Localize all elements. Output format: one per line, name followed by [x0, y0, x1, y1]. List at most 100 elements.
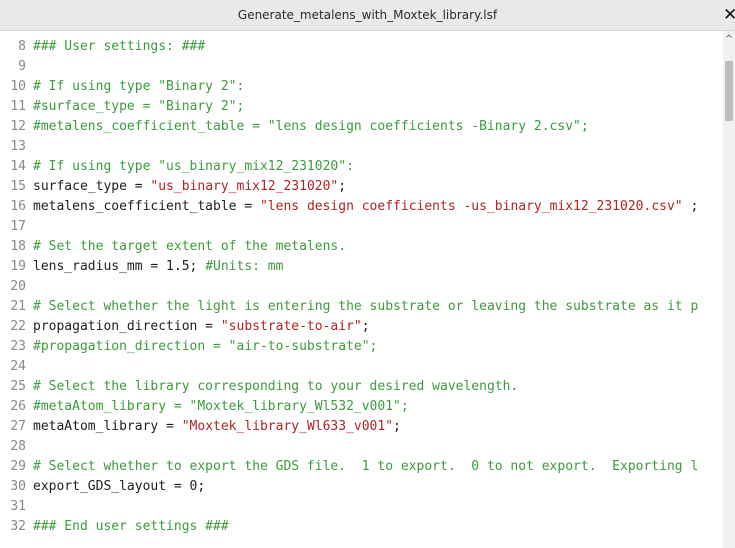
code-text: ;: [393, 419, 401, 434]
code-line[interactable]: 14 # If using type "us_binary_mix12_23102…: [0, 157, 723, 177]
code-comment: #propagation_direction = "air-to-substra…: [33, 339, 378, 354]
code-text: surface_type =: [33, 179, 151, 194]
window-title: Generate_metalens_with_Moxtek_library.ls…: [237, 8, 498, 22]
line-number: 14: [10, 159, 26, 174]
vertical-scrollbar[interactable]: ^: [723, 31, 735, 548]
code-text: propagation_direction =: [33, 319, 221, 334]
scroll-up-icon[interactable]: ^: [723, 33, 735, 47]
code-editor[interactable]: 78### User settings: ###910# If using ty…: [0, 31, 723, 548]
code-comment: # Select whether to export the GDS file.…: [33, 459, 699, 474]
code-line[interactable]: 27 metaAtom_library = "Moxtek_library_Wl6…: [0, 417, 723, 437]
code-line[interactable]: 24: [0, 357, 723, 377]
line-code: #metalens_coefficient_table = "lens desi…: [33, 119, 589, 134]
code-string: "substrate-to-air": [220, 319, 362, 334]
code-line[interactable]: 22 propagation_direction = "substrate-to-…: [0, 317, 723, 337]
line-number: 9: [18, 59, 26, 74]
line-code: # Select the library corresponding to yo…: [33, 379, 518, 394]
code-string: "Moxtek_library_Wl633_v001": [181, 419, 394, 434]
line-number: 26: [10, 399, 26, 414]
code-text: metalens_coefficient_table =: [33, 199, 260, 214]
code-line[interactable]: 32 ### End user settings ###: [0, 517, 723, 537]
code-line[interactable]: 28: [0, 437, 723, 457]
code-text: ;: [338, 179, 347, 194]
code-text: lens_radius_mm = 1.5;: [33, 259, 206, 274]
line-code: # If using type "us_binary_mix12_231020"…: [33, 159, 354, 174]
line-code: # Select whether to export the GDS file.…: [33, 459, 698, 474]
line-code: # If using type "Binary 2":: [33, 79, 244, 94]
code-line[interactable]: 8 ### User settings: ###: [0, 37, 723, 57]
code-comment: ### User settings: ###: [33, 39, 206, 54]
line-code: ### User settings: ###: [33, 39, 205, 54]
code-line[interactable]: 23 #propagation_direction = "air-to-subst…: [0, 337, 723, 357]
code-line[interactable]: 15 surface_type = "us_binary_mix12_231020…: [0, 177, 723, 197]
code-text: export_GDS_layout = 0;: [33, 479, 206, 494]
code-comment: #metalens_coefficient_table = "lens desi…: [33, 119, 589, 134]
code-line[interactable]: 17: [0, 217, 723, 237]
line-number: 8: [18, 39, 26, 54]
code-line[interactable]: 18 # Set the target extent of the metalen…: [0, 237, 723, 257]
code-line[interactable]: 21 # Select whether the light is entering…: [0, 297, 723, 317]
code-line[interactable]: 26 #metaAtom_library = "Moxtek_library_Wl…: [0, 397, 723, 417]
line-code: surface_type = "us_binary_mix12_231020";: [33, 179, 346, 194]
line-number: 31: [10, 499, 26, 514]
line-number: 32: [10, 519, 26, 534]
line-number: 25: [10, 379, 26, 394]
line-code: # Set the target extent of the metalens.: [33, 239, 346, 254]
code-comment: #Units: mm: [205, 259, 284, 274]
line-number: 20: [10, 279, 26, 294]
close-icon[interactable]: ✕: [723, 5, 735, 25]
code-comment: # Set the target extent of the metalens.: [33, 239, 347, 254]
code-comment: #metaAtom_library = "Moxtek_library_Wl53…: [33, 399, 409, 414]
code-text: metaAtom_library =: [33, 419, 182, 434]
code-comment: # If using type "Binary 2":: [33, 79, 245, 94]
code-comment: # If using type "us_binary_mix12_231020"…: [33, 159, 354, 174]
code-comment: ### End user settings ###: [33, 519, 229, 534]
line-number: 29: [10, 459, 26, 474]
line-number: 23: [10, 339, 26, 354]
line-number: 22: [10, 319, 26, 334]
scrollbar-thumb[interactable]: [725, 61, 733, 121]
line-number: 11: [10, 99, 26, 114]
code-string: "us_binary_mix12_231020": [150, 179, 339, 194]
line-code: metalens_coefficient_table = "lens desig…: [33, 199, 698, 214]
code-line[interactable]: 16 metalens_coefficient_table = "lens des…: [0, 197, 723, 217]
line-number: 12: [10, 119, 26, 134]
line-number: 10: [10, 79, 26, 94]
code-text: ;: [682, 199, 699, 214]
code-line[interactable]: 25 # Select the library corresponding to …: [0, 377, 723, 397]
line-number: 15: [10, 179, 26, 194]
code-line[interactable]: 30 export_GDS_layout = 0;: [0, 477, 723, 497]
code-line[interactable]: 31: [0, 497, 723, 517]
code-line[interactable]: 19 lens_radius_mm = 1.5; #Units: mm: [0, 257, 723, 277]
code-comment: # Select the library corresponding to yo…: [33, 379, 519, 394]
code-line[interactable]: 29 # Select whether to export the GDS fil…: [0, 457, 723, 477]
code-comment: # Select whether the light is entering t…: [33, 299, 699, 314]
line-code: ### End user settings ###: [33, 519, 229, 534]
line-number: 28: [10, 439, 26, 454]
code-line[interactable]: 20: [0, 277, 723, 297]
line-code: #metaAtom_library = "Moxtek_library_Wl53…: [33, 399, 409, 414]
code-line[interactable]: 12 #metalens_coefficient_table = "lens de…: [0, 117, 723, 137]
line-code: metaAtom_library = "Moxtek_library_Wl633…: [33, 419, 401, 434]
line-number: 21: [10, 299, 26, 314]
line-number: 24: [10, 359, 26, 374]
title-bar: Generate_metalens_with_Moxtek_library.ls…: [0, 0, 735, 31]
line-number: 18: [10, 239, 26, 254]
line-code: export_GDS_layout = 0;: [33, 479, 205, 494]
line-number: 27: [10, 419, 26, 434]
code-string: "lens design coefficients -us_binary_mix…: [259, 199, 683, 214]
code-line[interactable]: 9: [0, 57, 723, 77]
code-comment: #surface_type = "Binary 2";: [33, 99, 245, 114]
code-line[interactable]: 10 # If using type "Binary 2":: [0, 77, 723, 97]
code-line[interactable]: 11 #surface_type = "Binary 2";: [0, 97, 723, 117]
line-code: #propagation_direction = "air-to-substra…: [33, 339, 377, 354]
line-number: 17: [10, 219, 26, 234]
editor-window: Generate_metalens_with_Moxtek_library.ls…: [0, 0, 735, 548]
line-number: 13: [10, 139, 26, 154]
line-code: lens_radius_mm = 1.5; #Units: mm: [33, 259, 283, 274]
code-line[interactable]: 13: [0, 137, 723, 157]
code-text: ;: [361, 319, 370, 334]
line-number: 19: [10, 259, 26, 274]
line-code: #surface_type = "Binary 2";: [33, 99, 244, 114]
line-number: 30: [10, 479, 26, 494]
